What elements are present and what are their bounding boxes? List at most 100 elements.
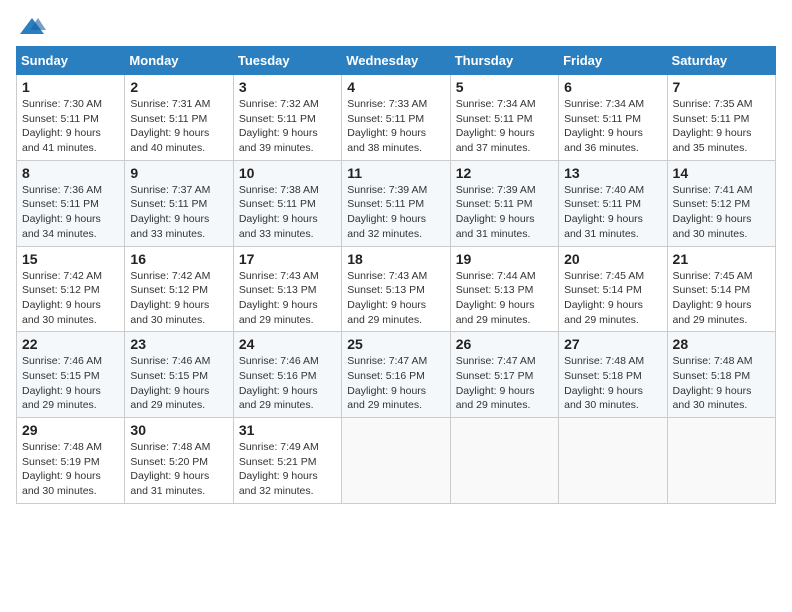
calendar-day-cell: 15Sunrise: 7:42 AMSunset: 5:12 PMDayligh… (17, 246, 125, 332)
day-number: 27 (564, 336, 661, 352)
day-number: 2 (130, 79, 227, 95)
calendar-day-cell: 27 Sunrise: 7:48 AMSunset: 5:18 PMDayligh… (559, 332, 667, 418)
weekday-header-saturday: Saturday (667, 47, 775, 75)
day-info: Sunrise: 7:44 AMSunset: 5:13 PMDaylight:… (456, 269, 553, 328)
calendar-day-cell: 18 Sunrise: 7:43 AMSunset: 5:13 PMDayligh… (342, 246, 450, 332)
weekday-header-sunday: Sunday (17, 47, 125, 75)
calendar-day-cell: 7Sunrise: 7:35 AMSunset: 5:11 PMDaylight… (667, 75, 775, 161)
calendar-day-cell: 16 Sunrise: 7:42 AMSunset: 5:12 PMDayligh… (125, 246, 233, 332)
calendar-week-row: 22 Sunrise: 7:46 AMSunset: 5:15 PMDayligh… (17, 332, 776, 418)
day-info: Sunrise: 7:46 AMSunset: 5:15 PMDaylight:… (22, 354, 119, 413)
calendar-day-cell: 2 Sunrise: 7:31 AMSunset: 5:11 PMDaylight… (125, 75, 233, 161)
day-number: 20 (564, 251, 661, 267)
page-header (16, 16, 776, 34)
calendar-day-cell: 4 Sunrise: 7:33 AMSunset: 5:11 PMDaylight… (342, 75, 450, 161)
day-info: Sunrise: 7:49 AMSunset: 5:21 PMDaylight:… (239, 440, 336, 499)
calendar-day-cell: 29Sunrise: 7:48 AMSunset: 5:19 PMDayligh… (17, 418, 125, 504)
day-number: 26 (456, 336, 553, 352)
calendar-day-cell: 24 Sunrise: 7:46 AMSunset: 5:16 PMDayligh… (233, 332, 341, 418)
calendar-week-row: 1Sunrise: 7:30 AMSunset: 5:11 PMDaylight… (17, 75, 776, 161)
day-number: 17 (239, 251, 336, 267)
calendar-day-cell: 12 Sunrise: 7:39 AMSunset: 5:11 PMDayligh… (450, 160, 558, 246)
day-number: 12 (456, 165, 553, 181)
day-info: Sunrise: 7:46 AMSunset: 5:16 PMDaylight:… (239, 354, 336, 413)
logo (16, 16, 46, 34)
day-info: Sunrise: 7:31 AMSunset: 5:11 PMDaylight:… (130, 97, 227, 156)
day-number: 30 (130, 422, 227, 438)
day-number: 24 (239, 336, 336, 352)
calendar-day-cell: 1Sunrise: 7:30 AMSunset: 5:11 PMDaylight… (17, 75, 125, 161)
day-number: 25 (347, 336, 444, 352)
day-number: 4 (347, 79, 444, 95)
calendar-day-cell: 17Sunrise: 7:43 AMSunset: 5:13 PMDayligh… (233, 246, 341, 332)
day-info: Sunrise: 7:47 AMSunset: 5:16 PMDaylight:… (347, 354, 444, 413)
weekday-header-row: SundayMondayTuesdayWednesdayThursdayFrid… (17, 47, 776, 75)
day-info: Sunrise: 7:47 AMSunset: 5:17 PMDaylight:… (456, 354, 553, 413)
day-number: 23 (130, 336, 227, 352)
day-number: 22 (22, 336, 119, 352)
calendar-day-cell: 10 Sunrise: 7:38 AMSunset: 5:11 PMDayligh… (233, 160, 341, 246)
calendar-day-cell: 20 Sunrise: 7:45 AMSunset: 5:14 PMDayligh… (559, 246, 667, 332)
day-info: Sunrise: 7:48 AMSunset: 5:20 PMDaylight:… (130, 440, 227, 499)
day-number: 13 (564, 165, 661, 181)
calendar-day-cell: 14 Sunrise: 7:41 AMSunset: 5:12 PMDayligh… (667, 160, 775, 246)
empty-cell (559, 418, 667, 504)
empty-cell (450, 418, 558, 504)
day-info: Sunrise: 7:48 AMSunset: 5:18 PMDaylight:… (564, 354, 661, 413)
day-info: Sunrise: 7:34 AMSunset: 5:11 PMDaylight:… (564, 97, 661, 156)
day-info: Sunrise: 7:40 AMSunset: 5:11 PMDaylight:… (564, 183, 661, 242)
day-number: 19 (456, 251, 553, 267)
day-number: 31 (239, 422, 336, 438)
calendar-day-cell: 13 Sunrise: 7:40 AMSunset: 5:11 PMDayligh… (559, 160, 667, 246)
day-info: Sunrise: 7:34 AMSunset: 5:11 PMDaylight:… (456, 97, 553, 156)
day-info: Sunrise: 7:42 AMSunset: 5:12 PMDaylight:… (22, 269, 119, 328)
day-info: Sunrise: 7:37 AMSunset: 5:11 PMDaylight:… (130, 183, 227, 242)
calendar-day-cell: 22 Sunrise: 7:46 AMSunset: 5:15 PMDayligh… (17, 332, 125, 418)
day-number: 16 (130, 251, 227, 267)
calendar-day-cell: 31 Sunrise: 7:49 AMSunset: 5:21 PMDayligh… (233, 418, 341, 504)
day-info: Sunrise: 7:43 AMSunset: 5:13 PMDaylight:… (347, 269, 444, 328)
day-info: Sunrise: 7:35 AMSunset: 5:11 PMDaylight:… (673, 97, 770, 156)
calendar-week-row: 29Sunrise: 7:48 AMSunset: 5:19 PMDayligh… (17, 418, 776, 504)
day-number: 10 (239, 165, 336, 181)
day-number: 6 (564, 79, 661, 95)
day-info: Sunrise: 7:45 AMSunset: 5:14 PMDaylight:… (673, 269, 770, 328)
day-info: Sunrise: 7:39 AMSunset: 5:11 PMDaylight:… (347, 183, 444, 242)
day-number: 3 (239, 79, 336, 95)
day-number: 9 (130, 165, 227, 181)
day-info: Sunrise: 7:38 AMSunset: 5:11 PMDaylight:… (239, 183, 336, 242)
calendar-day-cell: 21 Sunrise: 7:45 AMSunset: 5:14 PMDayligh… (667, 246, 775, 332)
weekday-header-tuesday: Tuesday (233, 47, 341, 75)
weekday-header-monday: Monday (125, 47, 233, 75)
day-info: Sunrise: 7:39 AMSunset: 5:11 PMDaylight:… (456, 183, 553, 242)
calendar-day-cell: 8Sunrise: 7:36 AMSunset: 5:11 PMDaylight… (17, 160, 125, 246)
day-number: 18 (347, 251, 444, 267)
calendar-week-row: 8Sunrise: 7:36 AMSunset: 5:11 PMDaylight… (17, 160, 776, 246)
weekday-header-wednesday: Wednesday (342, 47, 450, 75)
logo-icon (18, 16, 46, 38)
calendar-week-row: 15Sunrise: 7:42 AMSunset: 5:12 PMDayligh… (17, 246, 776, 332)
day-number: 14 (673, 165, 770, 181)
day-info: Sunrise: 7:32 AMSunset: 5:11 PMDaylight:… (239, 97, 336, 156)
day-number: 28 (673, 336, 770, 352)
calendar-day-cell: 3 Sunrise: 7:32 AMSunset: 5:11 PMDaylight… (233, 75, 341, 161)
day-number: 21 (673, 251, 770, 267)
day-info: Sunrise: 7:42 AMSunset: 5:12 PMDaylight:… (130, 269, 227, 328)
empty-cell (342, 418, 450, 504)
day-info: Sunrise: 7:41 AMSunset: 5:12 PMDaylight:… (673, 183, 770, 242)
day-info: Sunrise: 7:33 AMSunset: 5:11 PMDaylight:… (347, 97, 444, 156)
day-number: 11 (347, 165, 444, 181)
day-info: Sunrise: 7:45 AMSunset: 5:14 PMDaylight:… (564, 269, 661, 328)
calendar-day-cell: 26 Sunrise: 7:47 AMSunset: 5:17 PMDayligh… (450, 332, 558, 418)
day-number: 1 (22, 79, 119, 95)
day-info: Sunrise: 7:48 AMSunset: 5:18 PMDaylight:… (673, 354, 770, 413)
calendar-day-cell: 6 Sunrise: 7:34 AMSunset: 5:11 PMDaylight… (559, 75, 667, 161)
day-info: Sunrise: 7:46 AMSunset: 5:15 PMDaylight:… (130, 354, 227, 413)
calendar-day-cell: 30 Sunrise: 7:48 AMSunset: 5:20 PMDayligh… (125, 418, 233, 504)
calendar-day-cell: 5 Sunrise: 7:34 AMSunset: 5:11 PMDaylight… (450, 75, 558, 161)
day-number: 5 (456, 79, 553, 95)
calendar-day-cell: 28 Sunrise: 7:48 AMSunset: 5:18 PMDayligh… (667, 332, 775, 418)
calendar-day-cell: 9 Sunrise: 7:37 AMSunset: 5:11 PMDaylight… (125, 160, 233, 246)
weekday-header-thursday: Thursday (450, 47, 558, 75)
calendar-day-cell: 23 Sunrise: 7:46 AMSunset: 5:15 PMDayligh… (125, 332, 233, 418)
